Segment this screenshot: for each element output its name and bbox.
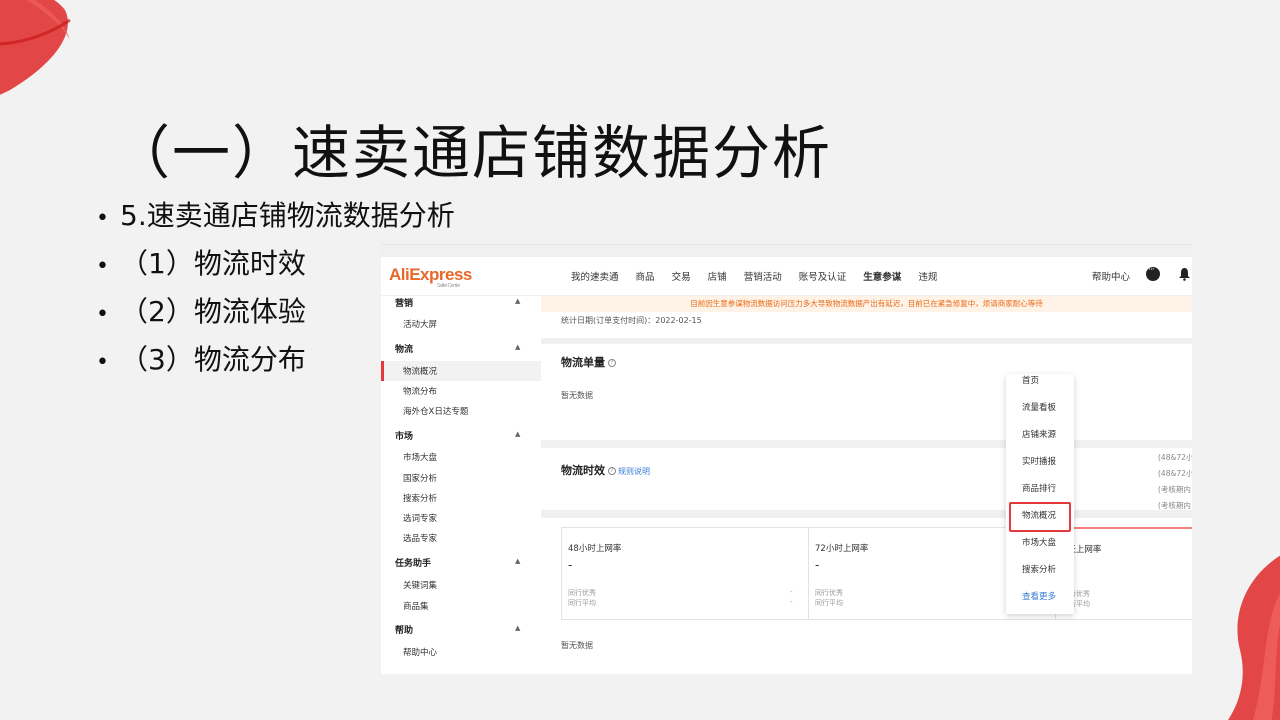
metric-hint: (48&72小 — [1158, 453, 1192, 462]
sidebar-item-product-expert[interactable]: 选品专家 — [403, 532, 437, 544]
peer-avg-value: - — [790, 598, 793, 606]
nav-item-marketing[interactable]: 营销活动 — [744, 272, 782, 283]
nav-item-products[interactable]: 商品 — [636, 272, 655, 283]
caret-up-icon[interactable]: ▲ — [515, 624, 520, 632]
section-divider — [541, 510, 1192, 518]
peer-avg-label: 同行平均 — [815, 599, 843, 607]
sidebar-group-market[interactable]: 市场 — [395, 429, 413, 442]
dropdown-item-product-ranking[interactable]: 商品排行 — [1022, 482, 1056, 494]
nav-item-store[interactable]: 店铺 — [708, 272, 727, 283]
caret-up-icon[interactable]: ▲ — [515, 557, 520, 565]
dropdown-item-realtime[interactable]: 实时播报 — [1022, 455, 1056, 467]
business-advisor-dropdown: 首页 流量看板 店铺来源 实时播报 商品排行 物流概况 市场大盘 搜索分析 查看… — [1006, 374, 1074, 614]
metrics-row: 48小时上网率 - 同行优秀 同行平均 - - 72小时上网率 - 同行优秀 同… — [561, 527, 1192, 620]
slide-title: （一）速卖通店铺数据分析 — [112, 119, 833, 187]
top-nav-bar: AliExpress Seller Center 我的速卖通 商品 交易 店铺 营… — [381, 257, 1192, 295]
stat-date-bar: 统计日期(订单支付时间)：2022-02-15 — [541, 312, 1192, 338]
decorative-ribbon-bottom-right — [1227, 555, 1280, 720]
sidebar: 营销 ▲ 活动大屏 物流 ▲ 物流概况 物流分布 海外仓X日达专题 市场 ▲ 市… — [381, 296, 541, 674]
seller-center-screenshot: AliExpress Seller Center 我的速卖通 商品 交易 店铺 营… — [381, 244, 1192, 674]
nav-item-violations[interactable]: 违规 — [918, 272, 937, 283]
logistics-volume-title: 物流单量? — [561, 354, 616, 370]
sidebar-group-marketing[interactable]: 营销 — [395, 296, 413, 309]
rule-description-link[interactable]: 规则说明 — [618, 467, 650, 476]
metric-name: 72小时上网率 — [815, 544, 869, 554]
dropdown-item-view-more[interactable]: 查看更多 — [1022, 590, 1056, 602]
metric-card-48h[interactable]: 48小时上网率 - 同行优秀 同行平均 - - — [561, 527, 809, 620]
main-nav: 我的速卖通 商品 交易 店铺 营销活动 账号及认证 生意参谋 违规 — [571, 269, 951, 283]
dropdown-item-store-source[interactable]: 店铺来源 — [1022, 428, 1056, 440]
sidebar-item-search-analysis[interactable]: 搜索分析 — [403, 492, 437, 504]
sidebar-item-product-set[interactable]: 商品集 — [403, 600, 429, 612]
nav-item-business-advisor[interactable]: 生意参谋 — [863, 272, 901, 283]
caret-up-icon[interactable]: ▲ — [515, 430, 520, 438]
sidebar-item-country-analysis[interactable]: 国家分析 — [403, 472, 437, 484]
bullet-item: • 5.速卖通店铺物流数据分析 — [96, 199, 455, 232]
no-data-text: 暂无数据 — [561, 391, 593, 400]
help-center-link[interactable]: 帮助中心 — [1092, 269, 1130, 283]
sidebar-group-help[interactable]: 帮助 — [395, 623, 413, 636]
caret-up-icon[interactable]: ▲ — [515, 343, 520, 351]
help-icon[interactable]: ? — [608, 467, 616, 475]
nav-item-my-aliexpress[interactable]: 我的速卖通 — [571, 272, 619, 283]
metric-hint: (考核期内 — [1158, 485, 1191, 494]
dropdown-item-search-analysis[interactable]: 搜索分析 — [1022, 563, 1056, 575]
sidebar-item-help-center[interactable]: 帮助中心 — [403, 646, 437, 658]
metric-hint: (48&72小 — [1158, 469, 1192, 478]
bell-icon[interactable] — [1178, 267, 1191, 281]
peer-good-label: 同行优秀 — [568, 589, 596, 597]
main-content: 统计日期(订单支付时间)：2022-02-15 物流单量? 暂无数据 物流时效?… — [541, 312, 1192, 674]
no-data-text: 暂无数据 — [561, 641, 593, 650]
sidebar-item-logistics-distribution[interactable]: 物流分布 — [403, 385, 437, 397]
notice-banner: 目前因生意参谋物流数据访问压力多大导致物流数据产出有延迟，目前已在紧急修复中，烦… — [541, 296, 1192, 312]
sidebar-group-logistics[interactable]: 物流 — [395, 342, 413, 355]
stat-date: 统计日期(订单支付时间)：2022-02-15 — [561, 316, 702, 325]
dropdown-item-logistics-overview[interactable]: 物流概况 — [1022, 509, 1056, 521]
sidebar-item-logistics-overview[interactable]: 物流概况 — [403, 365, 437, 377]
logistics-volume-card: 物流单量? 暂无数据 — [541, 344, 1192, 440]
peer-good-label: 同行优秀 — [815, 589, 843, 597]
decorative-ribbon-top-left — [0, 0, 71, 95]
metric-card-5d[interactable]: 5天上网率 - 同行优秀 同行平均 — [1055, 527, 1192, 620]
metric-name: 48小时上网率 — [568, 544, 622, 554]
chat-icon[interactable] — [1146, 265, 1160, 281]
dropdown-item-traffic-board[interactable]: 流量看板 — [1022, 401, 1056, 413]
logistics-timeliness-title: 物流时效? 规则说明 — [561, 464, 650, 477]
sidebar-item-activity-screen[interactable]: 活动大屏 — [403, 318, 437, 330]
dropdown-item-home[interactable]: 首页 — [1022, 374, 1039, 386]
metric-value: - — [568, 558, 573, 572]
peer-good-value: - — [790, 588, 793, 596]
help-icon[interactable]: ? — [608, 359, 616, 367]
nav-item-trade[interactable]: 交易 — [672, 272, 691, 283]
sidebar-item-keyword-set[interactable]: 关键词集 — [403, 579, 437, 591]
sidebar-item-overseas-special[interactable]: 海外仓X日达专题 — [403, 405, 468, 417]
slide: （一）速卖通店铺数据分析 • 5.速卖通店铺物流数据分析 • （1）物流时效 • （2… — [0, 0, 1280, 720]
peer-avg-label: 同行平均 — [568, 599, 596, 607]
dropdown-item-market-overview[interactable]: 市场大盘 — [1022, 536, 1056, 548]
metric-value: - — [815, 558, 820, 572]
caret-up-icon[interactable]: ▲ — [515, 297, 520, 305]
sidebar-group-task-helper[interactable]: 任务助手 — [395, 556, 431, 569]
logistics-timeliness-card: 物流时效? 规则说明 (48&72小 (48&72小 (考核期内 (考核期内 48… — [541, 448, 1192, 674]
sidebar-item-keyword-expert[interactable]: 选词专家 — [403, 512, 437, 524]
nav-item-account[interactable]: 账号及认证 — [799, 272, 847, 283]
aliexpress-logo[interactable]: AliExpress Seller Center — [389, 265, 472, 289]
sidebar-item-market-overview[interactable]: 市场大盘 — [403, 451, 437, 463]
